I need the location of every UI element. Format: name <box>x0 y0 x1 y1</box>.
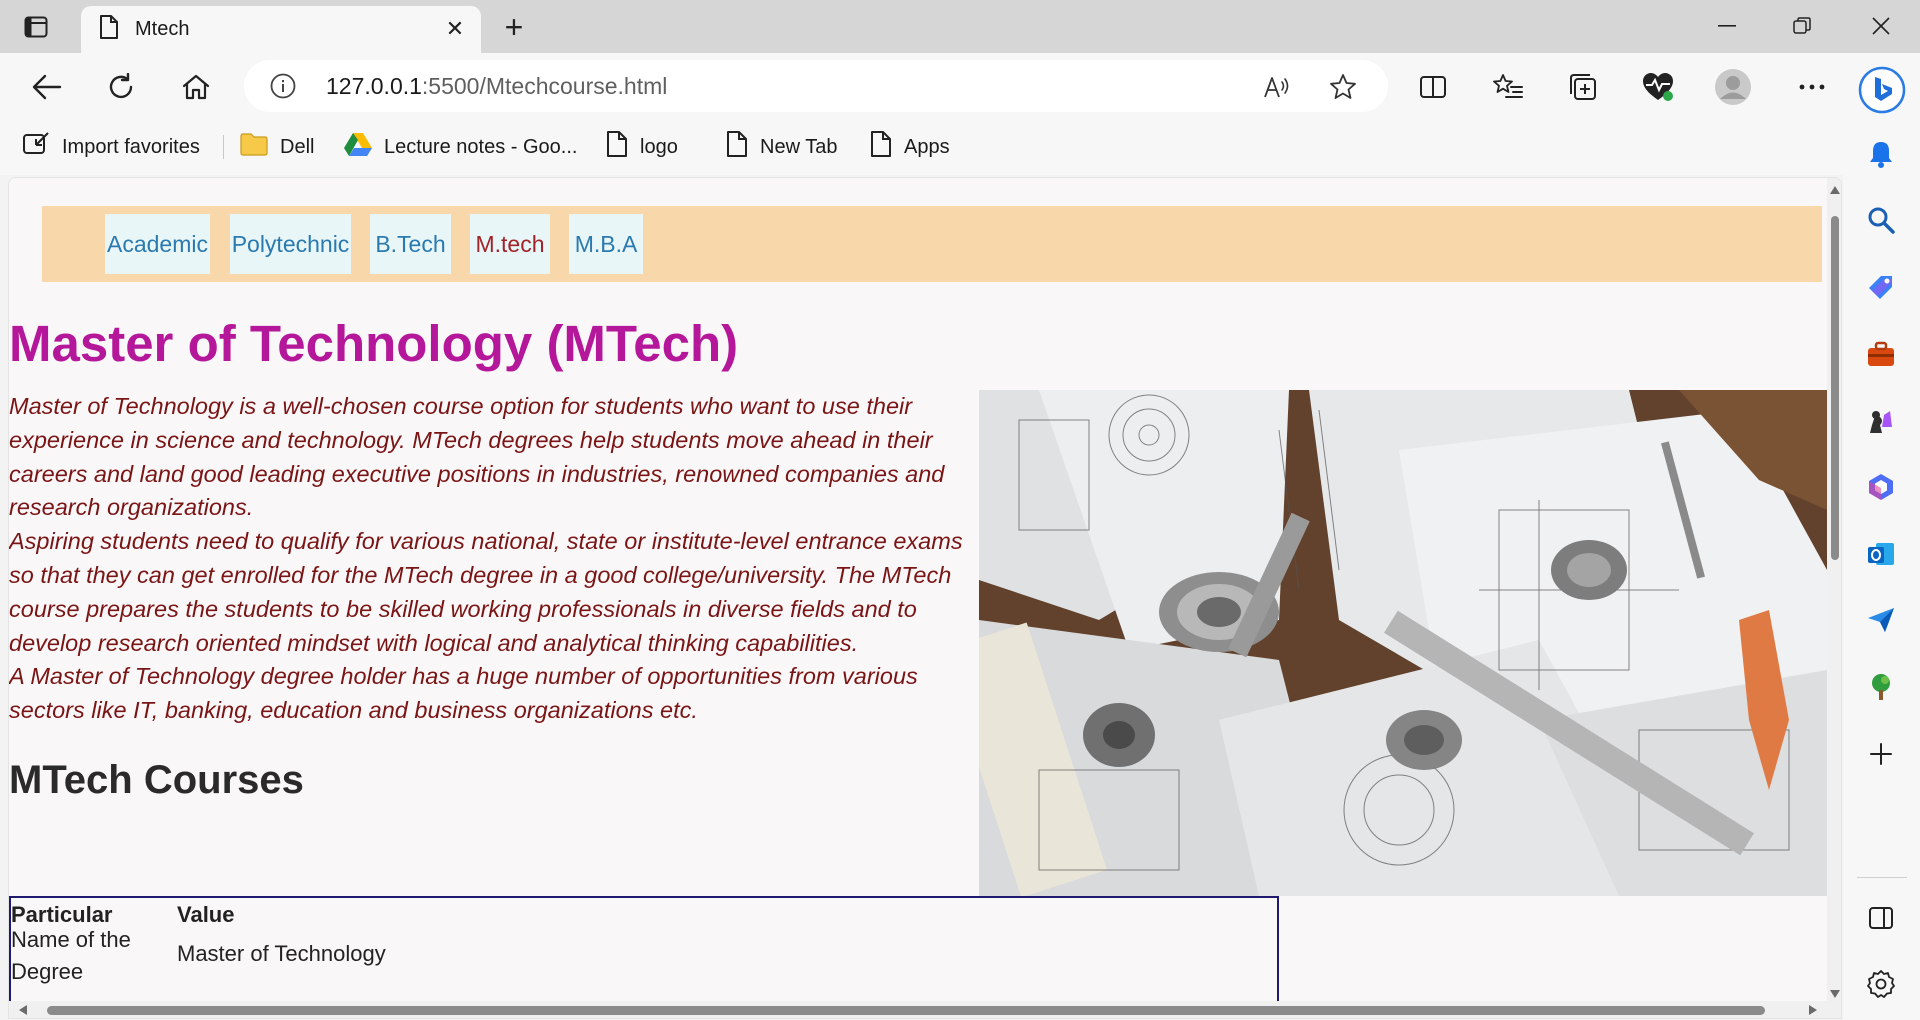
favorite-label: logo <box>640 135 678 158</box>
page-title: Master of Technology (MTech) <box>9 315 739 372</box>
address-bar[interactable]: 127.0.0.1:5500/Mtechcourse.html <box>244 60 1388 112</box>
table-cell-value: Master of Technology <box>177 941 386 966</box>
vertical-scroll-thumb[interactable] <box>1831 216 1839 560</box>
favorite-lecture-notes[interactable]: Lecture notes - Goo... <box>344 131 577 163</box>
nav-link-academic[interactable]: Academic <box>105 214 210 274</box>
document-icon <box>606 131 628 163</box>
intro-paragraph: Master of Technology is a well-chosen co… <box>9 393 945 521</box>
favorite-label: New Tab <box>760 135 838 158</box>
courses-heading: MTech Courses <box>9 758 304 802</box>
edge-sidebar <box>1843 53 1920 1020</box>
sidebar-separator <box>1857 877 1907 878</box>
favorite-logo[interactable]: logo <box>606 131 678 163</box>
shopping-tag-icon[interactable] <box>1864 270 1898 304</box>
nav-link-btech[interactable]: B.Tech <box>370 214 451 274</box>
horizontal-scroll-thumb[interactable] <box>47 1006 1765 1015</box>
web-page: Academic Polytechnic B.Tech M.tech M.B.A… <box>9 178 1827 1001</box>
split-screen-icon[interactable] <box>1413 67 1453 107</box>
document-icon <box>726 131 748 163</box>
read-aloud-icon[interactable] <box>1262 72 1292 102</box>
profile-avatar[interactable] <box>1713 67 1753 107</box>
folder-icon <box>240 132 268 162</box>
tools-icon[interactable] <box>1864 337 1898 371</box>
home-icon[interactable] <box>176 67 216 107</box>
favorite-dell[interactable]: Dell <box>240 131 314 163</box>
site-info-icon[interactable] <box>270 73 296 99</box>
nav-link-mtech[interactable]: M.tech <box>470 214 550 274</box>
table-cell-particular: Name of the Degree <box>11 927 131 984</box>
navigation-bar: 127.0.0.1:5500/Mtechcourse.html <box>0 53 1920 119</box>
new-tab-button[interactable]: + <box>497 9 531 45</box>
favorite-apps[interactable]: Apps <box>870 131 950 163</box>
collections-icon[interactable] <box>1563 67 1603 107</box>
document-icon <box>99 15 119 44</box>
favorite-label: Import favorites <box>62 135 200 158</box>
favorite-label: Lecture notes - Goo... <box>384 135 578 158</box>
tab-actions-icon[interactable] <box>22 13 50 41</box>
scroll-right-arrow-icon[interactable] <box>1809 1005 1817 1015</box>
favorite-label: Apps <box>904 135 950 158</box>
office-icon[interactable] <box>1864 470 1898 504</box>
active-tab[interactable]: Mtech ✕ <box>81 6 481 53</box>
engineering-drawings-image <box>979 390 1827 896</box>
split-panel-icon[interactable] <box>1864 901 1898 935</box>
send-icon[interactable] <box>1864 603 1898 637</box>
bing-icon[interactable] <box>1857 65 1907 115</box>
favorite-label: Dell <box>280 135 315 158</box>
more-options-icon[interactable] <box>1792 67 1832 107</box>
outlook-icon[interactable] <box>1864 537 1898 571</box>
minimize-icon[interactable] <box>1707 10 1747 42</box>
restore-icon[interactable] <box>1782 10 1822 42</box>
course-table: Particular Value Name of the Degree Mast… <box>9 896 1279 1001</box>
tree-icon[interactable] <box>1864 670 1898 704</box>
back-icon[interactable] <box>27 67 67 107</box>
tab-title: Mtech <box>135 18 190 40</box>
favorites-separator <box>223 135 224 159</box>
tab-strip: Mtech ✕ + <box>0 0 1920 53</box>
favorite-new-tab[interactable]: New Tab <box>726 131 837 163</box>
games-icon[interactable] <box>1864 403 1898 437</box>
url-host: 127.0.0.1 <box>326 73 422 99</box>
vertical-scrollbar[interactable] <box>1827 178 1841 1001</box>
scroll-up-arrow-icon[interactable] <box>1830 186 1840 194</box>
intro-text: Master of Technology is a well-chosen co… <box>9 390 984 728</box>
tab-close-icon[interactable]: ✕ <box>443 16 467 41</box>
scroll-left-arrow-icon[interactable] <box>19 1005 27 1015</box>
horizontal-scrollbar[interactable] <box>9 1001 1841 1018</box>
settings-icon[interactable] <box>1864 967 1898 1001</box>
search-icon[interactable] <box>1864 203 1898 237</box>
intro-paragraph: Aspiring students need to qualify for va… <box>9 528 963 656</box>
import-icon <box>22 131 50 163</box>
document-icon <box>870 131 892 163</box>
scroll-down-arrow-icon[interactable] <box>1830 990 1840 998</box>
nav-link-polytechnic[interactable]: Polytechnic <box>230 214 351 274</box>
refresh-icon[interactable] <box>101 67 141 107</box>
url-text[interactable]: 127.0.0.1:5500/Mtechcourse.html <box>326 73 667 100</box>
browser-window: Mtech ✕ + 127.0.0.1:5500/Mtechcourse.htm… <box>0 0 1920 1020</box>
favorites-bar: Import favorites Dell Lecture notes - Go… <box>0 119 1843 175</box>
nav-link-mba[interactable]: M.B.A <box>569 214 643 274</box>
web-viewport: Academic Polytechnic B.Tech M.tech M.B.A… <box>8 177 1842 1019</box>
add-icon[interactable] <box>1864 737 1898 771</box>
favorites-icon[interactable] <box>1488 67 1528 107</box>
course-navigation: Academic Polytechnic B.Tech M.tech M.B.A <box>42 206 1822 282</box>
intro-paragraph: A Master of Technology degree holder has… <box>9 663 918 724</box>
close-window-icon[interactable] <box>1861 10 1901 42</box>
browser-essentials-icon[interactable] <box>1638 67 1678 107</box>
favorite-import[interactable]: Import favorites <box>22 131 200 163</box>
google-drive-icon <box>344 132 372 162</box>
url-path: :5500/Mtechcourse.html <box>421 73 668 99</box>
favorite-star-icon[interactable] <box>1328 72 1358 102</box>
bell-icon[interactable] <box>1864 137 1898 171</box>
table-header-value: Value <box>177 902 235 927</box>
